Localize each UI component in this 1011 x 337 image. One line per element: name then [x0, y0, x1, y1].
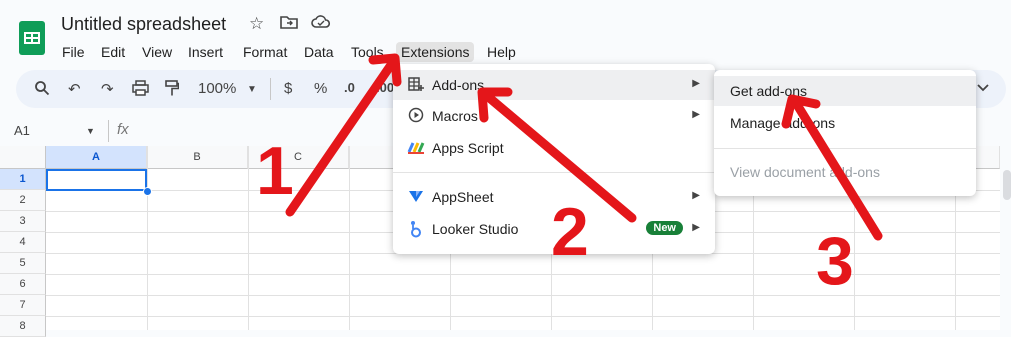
annotation-number-3: 3 [816, 223, 854, 299]
annotation-arrow-3 [791, 98, 883, 241]
annotation-number-2: 2 [551, 194, 589, 270]
annotation-number-1: 1 [256, 133, 294, 209]
annotation-arrow-1 [285, 57, 398, 217]
annotation-arrows [285, 53, 883, 241]
